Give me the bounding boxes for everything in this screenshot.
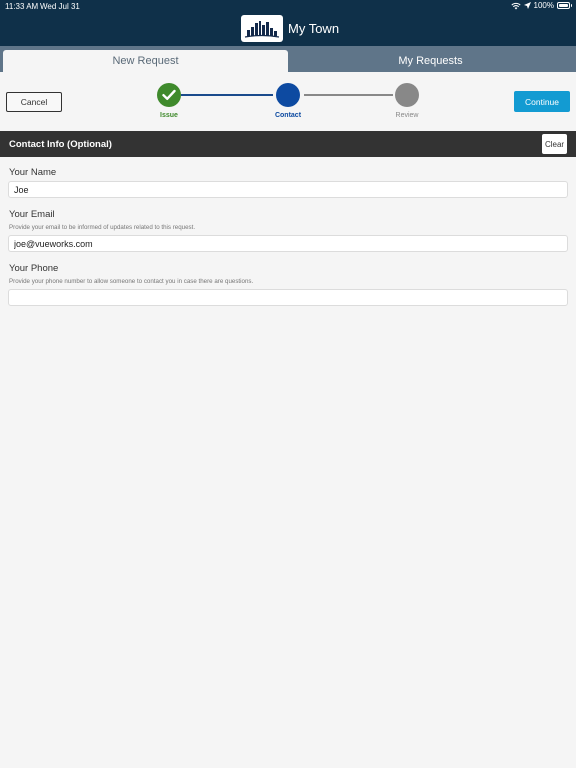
status-bar: 11:33 AM Wed Jul 31 100% (0, 0, 576, 13)
step-review-label: Review (395, 112, 419, 119)
app-title: My Town (288, 21, 340, 36)
cancel-button[interactable]: Cancel (6, 92, 62, 112)
checkmark-icon (162, 89, 176, 100)
tab-new-request[interactable]: New Request (3, 50, 288, 72)
step-review-circle[interactable] (395, 83, 419, 107)
status-date: Wed Jul 31 (40, 2, 80, 11)
continue-button[interactable]: Continue (514, 91, 570, 112)
tab-my-requests[interactable]: My Requests (288, 50, 573, 72)
step-connector-contact-review (304, 94, 393, 96)
app-header: 11:33 AM Wed Jul 31 100% My Town (0, 0, 576, 46)
clear-button[interactable]: Clear (542, 134, 567, 154)
step-connector-issue-contact (181, 94, 273, 96)
email-help-text: Provide your email to be informed of upd… (9, 224, 196, 231)
battery-percent: 100% (533, 1, 554, 10)
city-skyline-logo (244, 20, 280, 38)
battery-icon (557, 2, 572, 9)
wifi-icon (510, 2, 521, 9)
request-tabs: New Request My Requests (0, 46, 576, 72)
name-label: Your Name (9, 167, 57, 178)
name-field[interactable] (8, 181, 568, 198)
status-time: 11:33 AM (5, 2, 39, 11)
phone-help-text: Provide your phone number to allow someo… (9, 278, 254, 285)
email-label: Your Email (9, 209, 55, 220)
phone-label: Your Phone (9, 263, 59, 274)
section-title: Contact Info (Optional) (9, 139, 112, 150)
email-field[interactable] (8, 235, 568, 252)
step-issue-label: Issue (160, 112, 178, 119)
location-arrow-icon (523, 2, 531, 9)
phone-field[interactable] (8, 289, 568, 306)
step-contact-circle[interactable] (276, 83, 300, 107)
contact-section-header: Contact Info (Optional) Clear (0, 131, 576, 157)
status-indicators: 100% (510, 1, 572, 10)
step-contact-label: Contact (274, 112, 302, 119)
app-logo (241, 15, 283, 42)
progress-stepper: Cancel Issue Contact Review Continue (0, 72, 576, 131)
step-issue-circle[interactable] (157, 83, 181, 107)
